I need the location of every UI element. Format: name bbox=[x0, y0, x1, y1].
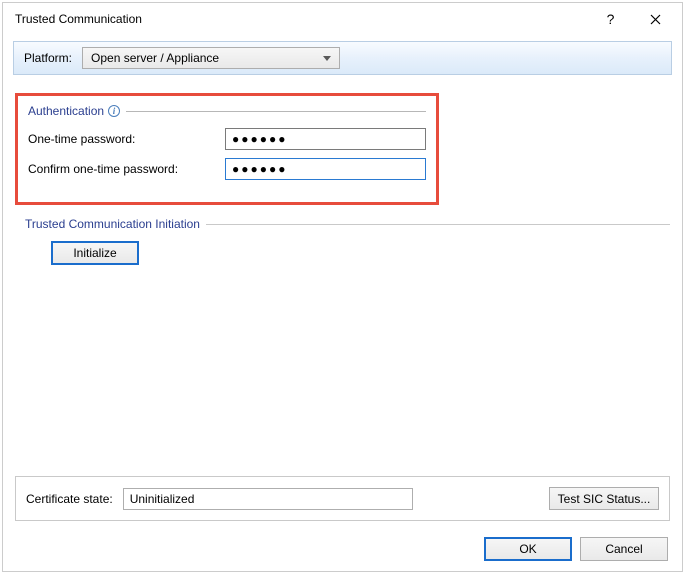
confirm-otp-input[interactable] bbox=[225, 158, 426, 180]
initialize-button[interactable]: Initialize bbox=[51, 241, 139, 265]
platform-select[interactable]: Open server / Appliance bbox=[82, 47, 340, 69]
titlebar-controls: ? bbox=[588, 4, 678, 34]
platform-bar: Platform: Open server / Appliance bbox=[13, 41, 672, 75]
authentication-section-highlight: Authentication i One-time password: Conf… bbox=[15, 93, 439, 205]
otp-row: One-time password: bbox=[28, 128, 426, 150]
platform-select-value: Open server / Appliance bbox=[91, 51, 219, 65]
chevron-down-icon bbox=[323, 56, 331, 61]
certificate-state-row: Certificate state: Uninitialized Test SI… bbox=[15, 476, 670, 521]
ok-button[interactable]: OK bbox=[484, 537, 572, 561]
titlebar: Trusted Communication ? bbox=[3, 3, 682, 35]
divider bbox=[126, 111, 426, 112]
certificate-state-label: Certificate state: bbox=[26, 492, 113, 506]
trusted-communication-initiation-section: Trusted Communication Initiation Initial… bbox=[15, 211, 670, 265]
tci-header: Trusted Communication Initiation bbox=[15, 217, 670, 231]
close-button[interactable] bbox=[633, 4, 678, 34]
dialog-footer: OK Cancel bbox=[3, 527, 682, 571]
cancel-button[interactable]: Cancel bbox=[580, 537, 668, 561]
dialog-body: Authentication i One-time password: Conf… bbox=[3, 79, 682, 476]
confirm-otp-label: Confirm one-time password: bbox=[28, 162, 225, 176]
authentication-header: Authentication i bbox=[28, 104, 426, 118]
tci-legend: Trusted Communication Initiation bbox=[25, 217, 200, 231]
certificate-state-value: Uninitialized bbox=[123, 488, 413, 510]
help-button[interactable]: ? bbox=[588, 4, 633, 34]
title-text: Trusted Communication bbox=[15, 12, 588, 26]
divider bbox=[206, 224, 670, 225]
info-icon[interactable]: i bbox=[108, 105, 120, 117]
platform-label: Platform: bbox=[24, 51, 72, 65]
otp-input[interactable] bbox=[225, 128, 426, 150]
test-sic-status-button[interactable]: Test SIC Status... bbox=[549, 487, 659, 510]
trusted-communication-dialog: Trusted Communication ? Platform: Open s… bbox=[2, 2, 683, 572]
confirm-otp-row: Confirm one-time password: bbox=[28, 158, 426, 180]
otp-label: One-time password: bbox=[28, 132, 225, 146]
close-icon bbox=[650, 14, 661, 25]
authentication-legend: Authentication i bbox=[28, 104, 120, 118]
